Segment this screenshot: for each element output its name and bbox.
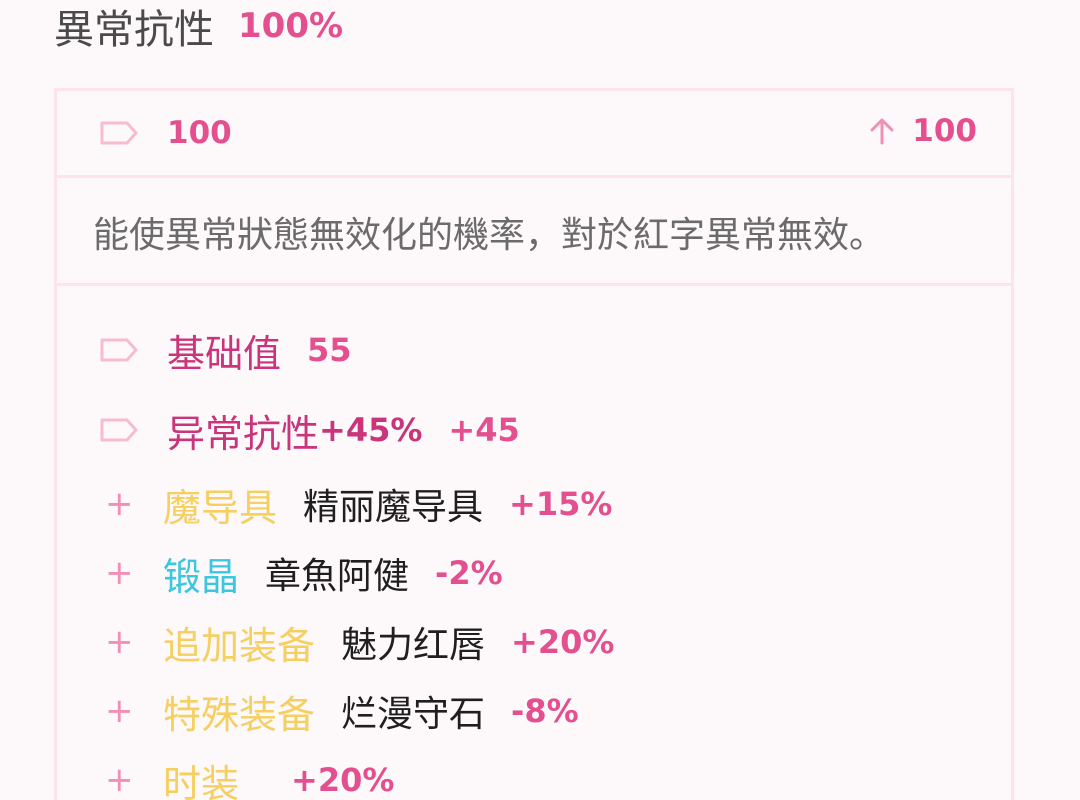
max-value-group: 100 xyxy=(868,113,977,149)
source-row: + 特殊装备 烂漫守石 -8% xyxy=(57,686,1011,737)
max-value: 100 xyxy=(912,113,977,149)
source-name: 精丽魔导具 xyxy=(303,487,484,528)
plus-icon: + xyxy=(105,622,134,662)
base-value-row: 基础值 55 xyxy=(57,325,1011,376)
base-value: 55 xyxy=(307,331,352,369)
source-value: +20% xyxy=(291,761,395,799)
source-value: +20% xyxy=(511,623,615,661)
source-row: + 锻晶 章魚阿健 -2% xyxy=(57,548,1011,599)
tag-icon xyxy=(99,417,139,443)
bonus-value: +45 xyxy=(448,411,520,449)
source-name: 烂漫守石 xyxy=(341,694,486,735)
source-row: + 魔导具 精丽魔导具 +15% xyxy=(57,479,1011,530)
base-label: 基础值 xyxy=(167,331,282,376)
stat-card-header: 100 100 xyxy=(57,91,1011,178)
bonus-label: 异常抗性 xyxy=(167,411,320,456)
bonus-percent: +45% xyxy=(319,411,423,449)
source-name: 章魚阿健 xyxy=(265,556,410,597)
stat-title-row: 異常抗性 100% xyxy=(54,2,344,53)
source-type: 时装 xyxy=(163,761,240,800)
stat-name: 異常抗性 xyxy=(54,7,214,53)
source-type: 魔导具 xyxy=(163,485,278,530)
source-value: -8% xyxy=(511,692,579,730)
plus-icon: + xyxy=(105,691,134,731)
bonus-row: 异常抗性 +45% +45 xyxy=(57,405,1011,456)
description-box: 能使異常狀態無效化的機率，對於紅字異常無效。 xyxy=(57,178,1011,286)
plus-icon: + xyxy=(105,484,134,524)
source-type: 特殊装备 xyxy=(163,692,316,737)
source-row: + 追加装备 魅力红唇 +20% xyxy=(57,617,1011,668)
tag-icon xyxy=(99,120,139,146)
source-name: 魅力红唇 xyxy=(341,625,486,666)
source-value: +15% xyxy=(509,485,613,523)
plus-icon: + xyxy=(105,553,134,593)
stat-description: 能使異常狀態無效化的機率，對於紅字異常無效。 xyxy=(93,215,886,256)
source-type: 追加装备 xyxy=(163,623,316,668)
tag-icon xyxy=(99,337,139,363)
plus-icon: + xyxy=(105,760,134,800)
source-type: 锻晶 xyxy=(163,554,240,599)
stat-detail-page: 異常抗性 100% 100 100 能使異常狀態無效化的機率，對於紅字異常無效。… xyxy=(0,0,1080,800)
arrow-up-icon xyxy=(868,116,896,146)
stat-total-value: 100% xyxy=(238,6,344,46)
source-row: + 时装 +20% xyxy=(57,755,1011,800)
source-value: -2% xyxy=(435,554,503,592)
current-value: 100 xyxy=(167,115,232,151)
stat-card: 100 100 能使異常狀態無效化的機率，對於紅字異常無效。 基础值 55 异常… xyxy=(54,88,1014,800)
